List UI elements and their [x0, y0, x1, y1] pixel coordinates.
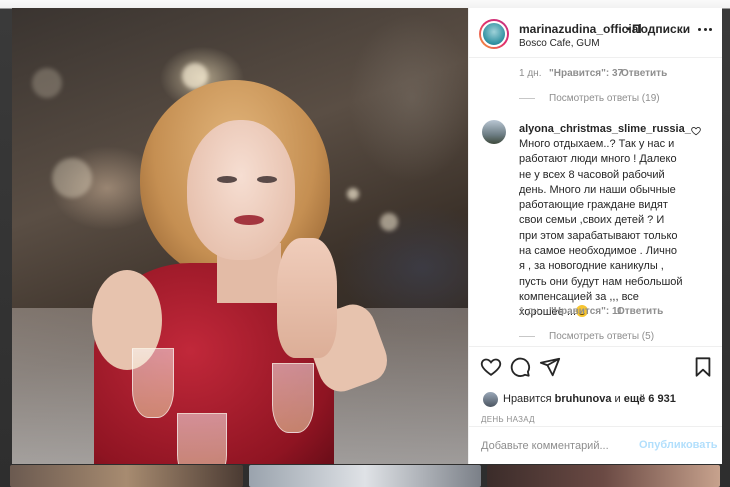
comment-reply-link[interactable]: Ответить	[617, 306, 663, 317]
comment-body: Много отдыхаем..? Так у нас и работают л…	[519, 137, 683, 321]
comment-reply-link[interactable]: Ответить	[621, 68, 667, 79]
comment-icon[interactable]	[509, 356, 531, 378]
bokeh-light	[347, 188, 359, 200]
woman-eye	[217, 176, 237, 183]
comment-time[interactable]: 1 дн.	[519, 306, 541, 317]
post-photo[interactable]	[12, 8, 468, 464]
post-date[interactable]: ДЕНЬ НАЗАД	[481, 415, 535, 424]
wine-glass	[132, 348, 174, 418]
comment-time[interactable]: 1 дн.	[519, 68, 541, 79]
view-replies-label: Посмотреть ответы (19)	[549, 93, 660, 104]
header-separator: •	[626, 22, 631, 36]
likes-count[interactable]: ещё 6 931	[624, 393, 676, 405]
replies-divider-line	[519, 336, 535, 337]
add-comment-form: Опубликовать	[469, 426, 722, 464]
post-side-panel: marinazudina_official • Подписки Bosco C…	[468, 8, 722, 464]
share-icon[interactable]	[539, 356, 561, 378]
clasped-hands	[277, 238, 337, 358]
commenter-avatar[interactable]	[482, 120, 506, 144]
post-modal: marinazudina_official • Подписки Bosco C…	[12, 8, 722, 464]
bokeh-light	[380, 213, 398, 231]
wine-glass	[177, 413, 227, 464]
author-username[interactable]: marinazudina_official	[519, 22, 642, 36]
woman-eye	[257, 176, 277, 183]
bookmark-icon[interactable]	[692, 356, 714, 378]
comment-text: Много отдыхаем..? Так у нас и работают л…	[519, 138, 683, 319]
more-icon[interactable]	[698, 26, 712, 32]
grid-thumbnail	[487, 465, 721, 487]
bokeh-light	[32, 68, 62, 98]
background-post-grid	[0, 465, 730, 487]
replies-divider-line	[519, 98, 535, 99]
commenter-username[interactable]: alyona_christmas_slime_russia_	[519, 123, 691, 135]
post-location[interactable]: Bosco Cafe, GUM	[519, 38, 600, 49]
likes-prefix: Нравится	[503, 393, 552, 405]
view-replies-link[interactable]: Посмотреть ответы (19)	[519, 93, 660, 104]
woman-face	[187, 120, 295, 260]
heart-icon[interactable]	[480, 356, 502, 378]
bokeh-light	[52, 158, 92, 198]
comment-input[interactable]	[481, 437, 631, 455]
author-avatar[interactable]	[479, 19, 509, 49]
comment-like-heart-icon[interactable]	[691, 126, 701, 136]
wine-glass	[272, 363, 314, 433]
grid-thumbnail	[10, 465, 243, 487]
woman-lips	[234, 215, 264, 225]
liker-avatar[interactable]	[483, 392, 498, 407]
likes-summary: Нравится bruhunova и ещё 6 931	[503, 393, 676, 405]
post-header: marinazudina_official • Подписки Bosco C…	[469, 8, 722, 58]
view-replies-label: Посмотреть ответы (5)	[549, 331, 655, 342]
liker-username[interactable]: bruhunova	[555, 393, 612, 405]
view-replies-link[interactable]: Посмотреть ответы (5)	[519, 331, 654, 342]
publish-button[interactable]: Опубликовать	[639, 439, 718, 451]
following-button[interactable]: Подписки	[632, 22, 690, 36]
grid-thumbnail	[248, 465, 482, 487]
comment-likes-count[interactable]: "Нравится": 11	[549, 306, 623, 317]
comment-likes-count[interactable]: "Нравится": 37	[549, 68, 623, 79]
likes-conjunction: и	[614, 393, 621, 405]
